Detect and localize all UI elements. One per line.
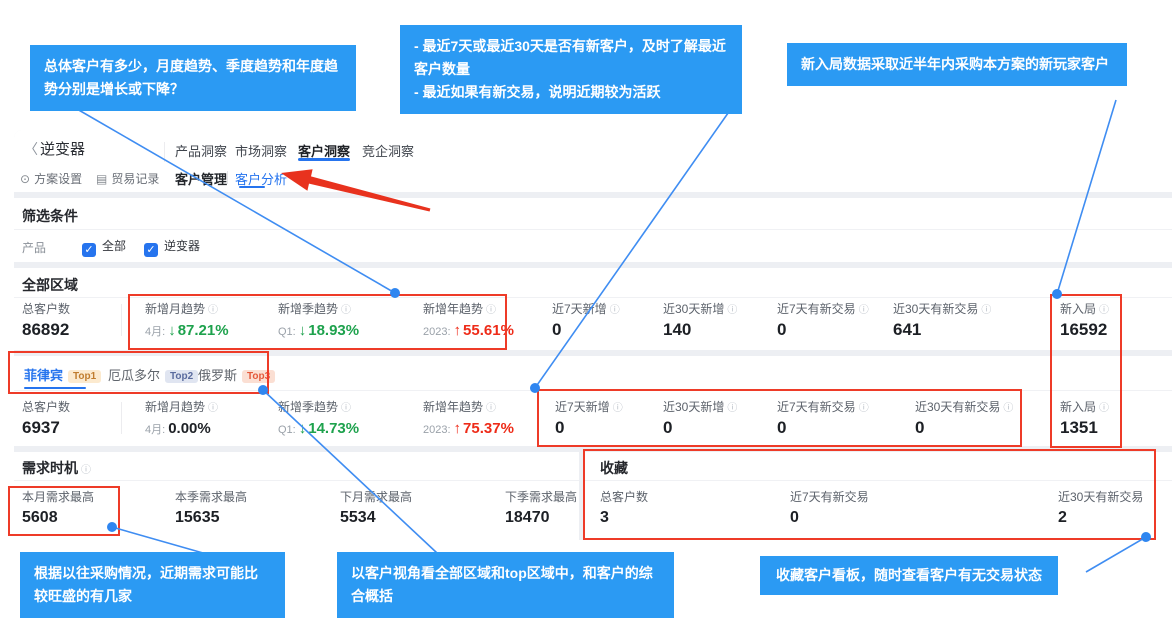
stat-month-trend: 新增月趋势ⓘ 4月:↓87.21% (145, 300, 229, 339)
info-icon[interactable]: ⓘ (727, 399, 737, 414)
favorites-divider (585, 480, 1172, 481)
stat-year-trend: 新增年趋势ⓘ 2023:↑55.61% (423, 300, 514, 339)
product-filter-label: 产品 (22, 239, 46, 256)
stat-demand-next-quarter: 下季需求最高 18470 (505, 488, 577, 527)
note-top-right: 新入局数据采取近半年内采购本方案的新玩家客户 (787, 43, 1127, 86)
stat-new-7d: 近7天新增ⓘ 0 (555, 398, 623, 438)
note-bottom-middle: 以客户视角看全部区域和top区域中，和客户的综合概括 (337, 552, 674, 618)
stat-new-30d: 近30天新增ⓘ 0 (663, 398, 737, 438)
top1-badge: Top1 (68, 370, 101, 383)
stat-fav-trade-7d: 近7天有新交易 0 (790, 488, 869, 527)
tab-competitor-insight[interactable]: 竞企洞察 (362, 141, 414, 160)
stat-month-trend: 新增月趋势ⓘ 4月:0.00% (145, 398, 218, 437)
country-tab-ecuador[interactable]: 厄瓜多尔Top2 (108, 365, 198, 384)
stat-fav-total: 总客户数 3 (600, 488, 648, 527)
note-bottom-left: 根据以往采购情况，近期需求可能比较旺盛的有几家 (20, 552, 285, 618)
info-icon[interactable]: ⓘ (208, 399, 218, 414)
subtab-divider (227, 171, 228, 184)
checkbox-all[interactable]: ✓全部 (82, 237, 126, 257)
filter-divider (14, 229, 1172, 230)
stat-fav-trade-30d: 近30天有新交易 2 (1058, 488, 1143, 527)
stat-total-customers: 总客户数 86892 (22, 300, 70, 340)
demand-card: 需求时机ⓘ 本月需求最高 5608 本季需求最高 15635 下月需求最高 55… (14, 452, 579, 540)
info-icon[interactable]: ⓘ (486, 301, 496, 316)
country-tab-russia[interactable]: 俄罗斯Top3 (198, 365, 275, 384)
active-tab-underline (298, 158, 350, 161)
stat-new-30d: 近30天新增ⓘ 140 (663, 300, 737, 340)
country-tab-philippines[interactable]: 菲律宾Top1 (24, 365, 101, 384)
header-divider (164, 142, 165, 162)
top2-badge: Top2 (165, 370, 198, 383)
stat-new-entrants: 新入局ⓘ 1351 (1060, 398, 1109, 438)
page-title: 逆变器 (40, 138, 85, 159)
stat-trade-7d: 近7天有新交易ⓘ 0 (777, 398, 869, 438)
info-icon[interactable]: ⓘ (208, 301, 218, 316)
subtab-customer-management[interactable]: 客户管理 (175, 169, 227, 188)
tab-market-insight[interactable]: 市场洞察 (235, 141, 287, 160)
note-bottom-right: 收藏客户看板，随时查看客户有无交易状态 (760, 556, 1058, 595)
info-icon[interactable]: ⓘ (486, 399, 496, 414)
stat-trade-7d: 近7天有新交易ⓘ 0 (777, 300, 869, 340)
info-icon[interactable]: ⓘ (341, 301, 351, 316)
checkbox-checked-icon: ✓ (82, 243, 96, 257)
active-subtab-underline (239, 186, 265, 188)
info-icon[interactable]: ⓘ (859, 301, 869, 316)
info-icon[interactable]: ⓘ (1099, 301, 1109, 316)
stat-new-entrants: 新入局ⓘ 16592 (1060, 300, 1109, 340)
back-icon[interactable]: 〈 (24, 139, 38, 159)
filter-card: 筛选条件 产品 ✓全部 ✓逆变器 (14, 198, 1172, 262)
demand-title: 需求时机ⓘ (22, 458, 91, 478)
info-icon[interactable]: ⓘ (1003, 399, 1013, 414)
tab-product-insight[interactable]: 产品洞察 (175, 141, 227, 160)
demand-divider (14, 480, 579, 481)
trade-records-button[interactable]: ▤贸易记录 (96, 170, 159, 187)
stat-quarter-trend: 新增季趋势ⓘ Q1:↓18.93% (278, 300, 359, 339)
info-icon[interactable]: ⓘ (981, 301, 991, 316)
checkbox-checked-icon: ✓ (144, 243, 158, 257)
stat-demand-next-month: 下月需求最高 5534 (340, 488, 412, 527)
stat-year-trend: 新增年趋势ⓘ 2023:↑75.37% (423, 398, 514, 437)
info-icon[interactable]: ⓘ (613, 399, 623, 414)
info-icon[interactable]: ⓘ (1099, 399, 1109, 414)
active-country-underline (24, 387, 86, 389)
document-icon: ▤ (96, 172, 107, 186)
top-region-card: 菲律宾Top1 厄瓜多尔Top2 俄罗斯Top3 总客户数 6937 新增月趋势… (14, 356, 1172, 446)
stat-trade-30d: 近30天有新交易ⓘ 641 (893, 300, 991, 340)
stat-total-customers: 总客户数 6937 (22, 398, 70, 438)
top-region-divider (14, 390, 1172, 391)
filter-title: 筛选条件 (22, 206, 78, 226)
all-region-divider (14, 297, 1172, 298)
favorites-card: 收藏 总客户数 3 近7天有新交易 0 近30天有新交易 2 (585, 452, 1172, 540)
info-icon[interactable]: ⓘ (341, 399, 351, 414)
all-region-card: 全部区域 总客户数 86892 新增月趋势ⓘ 4月:↓87.21% 新增季趋势ⓘ… (14, 268, 1172, 350)
note-top-left: 总体客户有多少，月度趋势、季度趋势和年度趋势分别是增长或下降？ (30, 45, 356, 111)
stat-demand-this-quarter: 本季需求最高 15635 (175, 488, 247, 527)
favorites-title: 收藏 (600, 458, 628, 478)
checkbox-inverter[interactable]: ✓逆变器 (144, 237, 200, 257)
header-card: 〈 逆变器 产品洞察 市场洞察 客户洞察 竞企洞察 ⊙方案设置 ▤贸易记录 客户… (14, 130, 1172, 192)
all-region-title: 全部区域 (22, 275, 78, 295)
info-icon[interactable]: ⓘ (727, 301, 737, 316)
note-top-middle: - 最近7天或最近30天是否有新客户，及时了解最近客户数量 - 最近如果有新交易… (400, 25, 742, 114)
stat-new-7d: 近7天新增ⓘ 0 (552, 300, 620, 340)
stat-quarter-trend: 新增季趋势ⓘ Q1:↓14.73% (278, 398, 359, 437)
plan-settings-button[interactable]: ⊙方案设置 (20, 170, 82, 187)
info-icon[interactable]: ⓘ (81, 461, 91, 476)
stat-divider (121, 304, 122, 336)
stat-demand-this-month: 本月需求最高 5608 (22, 488, 94, 527)
stat-divider (121, 402, 122, 434)
info-icon[interactable]: ⓘ (859, 399, 869, 414)
top3-badge: Top3 (242, 370, 275, 383)
stat-trade-30d: 近30天有新交易ⓘ 0 (915, 398, 1013, 438)
info-icon[interactable]: ⓘ (610, 301, 620, 316)
settings-icon: ⊙ (20, 172, 30, 186)
